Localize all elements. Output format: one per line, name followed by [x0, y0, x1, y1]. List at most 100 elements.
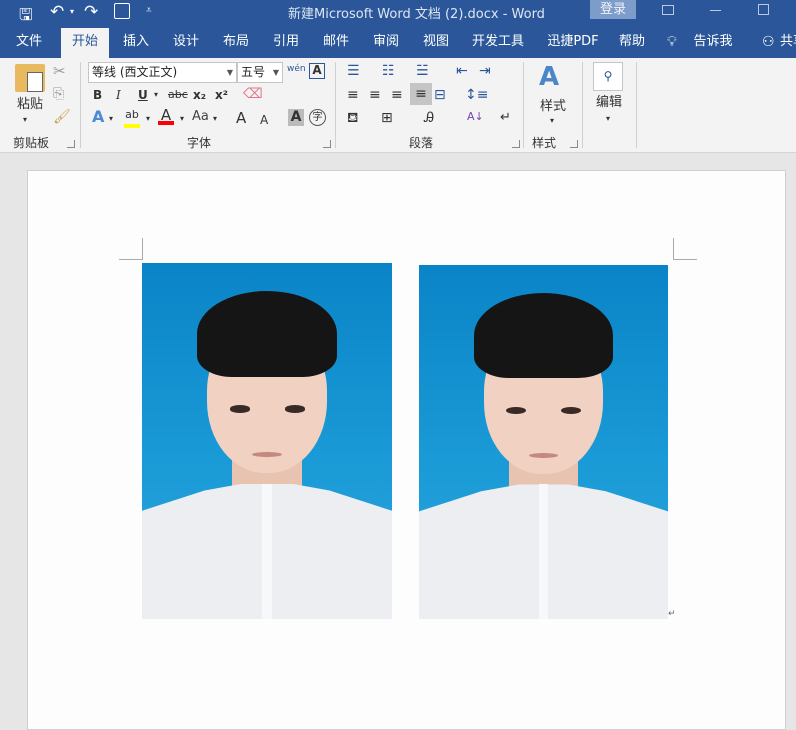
- character-shading-button[interactable]: A: [288, 109, 304, 126]
- tab-xunjie-pdf[interactable]: 迅捷PDF: [543, 28, 603, 58]
- share-button[interactable]: 共享: [780, 28, 796, 58]
- highlight-dropdown-icon[interactable]: ▾: [146, 110, 150, 128]
- redo-icon[interactable]: ↷: [84, 2, 98, 22]
- enclose-characters-button[interactable]: 字: [309, 109, 326, 126]
- id-photo-left[interactable]: [142, 263, 392, 619]
- align-left-icon[interactable]: ≡: [347, 86, 359, 104]
- font-name-select[interactable]: 等线 (西文正文) ▼: [88, 62, 237, 83]
- tab-design[interactable]: 设计: [163, 28, 209, 58]
- margin-corner-mark: [119, 238, 143, 260]
- save-icon[interactable]: 🖫: [19, 4, 33, 31]
- shrink-font-button[interactable]: A: [260, 111, 268, 129]
- subscript-button[interactable]: x₂: [193, 86, 206, 104]
- show-marks-icon[interactable]: ↵: [500, 109, 511, 127]
- paragraph-group-label: 段落: [409, 136, 434, 150]
- line-spacing-icon[interactable]: ↕≡: [465, 86, 488, 104]
- margin-corner-mark: [673, 238, 697, 260]
- tab-review[interactable]: 审阅: [363, 28, 409, 58]
- ribbon-display-options-icon[interactable]: [662, 5, 674, 15]
- tab-references[interactable]: 引用: [263, 28, 309, 58]
- tell-me-search[interactable]: 告诉我: [690, 28, 736, 58]
- font-color-icon[interactable]: A: [158, 106, 174, 125]
- lightbulb-icon: 💡︎: [667, 34, 677, 50]
- paste-button[interactable]: 粘贴: [12, 96, 48, 114]
- tab-help[interactable]: 帮助: [615, 28, 649, 58]
- cut-icon[interactable]: ✂: [53, 62, 66, 80]
- document-page[interactable]: ↵: [27, 170, 786, 730]
- share-user-icon[interactable]: ⚇: [762, 34, 775, 50]
- maximize-icon[interactable]: [758, 4, 769, 15]
- multilevel-list-icon[interactable]: ☱: [416, 62, 429, 80]
- font-color-dropdown-icon[interactable]: ▾: [180, 110, 184, 128]
- paragraph-mark-icon: ↵: [668, 609, 676, 619]
- styles-dropdown-icon[interactable]: ▾: [550, 112, 554, 130]
- sort-icon[interactable]: A↓: [467, 108, 484, 126]
- clipboard-group-label: 剪贴板: [13, 136, 50, 150]
- styles-group-label: 样式: [532, 136, 557, 150]
- italic-button[interactable]: I: [116, 86, 121, 104]
- tab-view[interactable]: 视图: [413, 28, 459, 58]
- find-icon[interactable]: ⚲: [593, 62, 623, 91]
- ribbon: 粘贴 ▾ ✂ ⎘ 🖌︎ 剪贴板 等线 (西文正文) ▼ 五号 ▼ wén A B I…: [0, 58, 796, 153]
- undo-icon[interactable]: ↶: [50, 2, 64, 22]
- increase-indent-icon[interactable]: ⇥: [479, 62, 491, 80]
- editing-dropdown-icon[interactable]: ▾: [606, 110, 610, 128]
- borders-icon[interactable]: ⊞: [381, 109, 393, 127]
- chinese-layout-icon[interactable]: Ꭿ: [424, 109, 434, 127]
- justify-icon[interactable]: ≡: [410, 83, 432, 105]
- styles-icon[interactable]: A: [539, 62, 559, 92]
- numbering-icon[interactable]: ☷: [382, 62, 395, 80]
- divider: [523, 62, 524, 148]
- clear-formatting-icon[interactable]: ⌫: [243, 85, 263, 103]
- styles-launcher-icon[interactable]: [570, 140, 578, 148]
- decrease-indent-icon[interactable]: ⇤: [456, 62, 468, 80]
- align-center-icon[interactable]: ≡: [369, 86, 381, 104]
- paste-icon[interactable]: [15, 64, 45, 92]
- character-border-button[interactable]: A: [309, 63, 325, 79]
- minimize-icon[interactable]: [710, 10, 721, 11]
- bold-button[interactable]: B: [93, 86, 102, 104]
- font-name-value: 等线 (西文正文): [92, 65, 178, 79]
- phonetic-guide-button[interactable]: wén: [287, 60, 306, 78]
- window-title: 新建Microsoft Word 文档 (2).docx - Word: [288, 7, 545, 22]
- tab-insert[interactable]: 插入: [113, 28, 159, 58]
- divider: [636, 62, 637, 148]
- paste-dropdown-icon[interactable]: ▾: [23, 111, 27, 129]
- font-launcher-icon[interactable]: [323, 140, 331, 148]
- highlight-icon[interactable]: ab: [124, 106, 140, 128]
- tab-layout[interactable]: 布局: [213, 28, 259, 58]
- bullets-icon[interactable]: ☰: [347, 62, 360, 80]
- touch-mode-icon[interactable]: [114, 3, 130, 19]
- divider: [335, 62, 336, 148]
- shading-icon[interactable]: ⛾: [347, 109, 358, 127]
- font-size-select[interactable]: 五号 ▼: [237, 62, 283, 83]
- paragraph-launcher-icon[interactable]: [512, 140, 520, 148]
- underline-dropdown-icon[interactable]: ▾: [154, 86, 158, 104]
- title-bar: 🖫 ↶ ▾ ↷ ⩡ 新建Microsoft Word 文档 (2).docx -…: [0, 0, 796, 28]
- tab-mailings[interactable]: 邮件: [313, 28, 359, 58]
- superscript-button[interactable]: x²: [215, 86, 228, 104]
- underline-button[interactable]: U: [138, 86, 148, 104]
- tab-developer[interactable]: 开发工具: [468, 28, 528, 58]
- change-case-dropdown-icon[interactable]: ▾: [213, 110, 217, 128]
- align-right-icon[interactable]: ≡: [391, 86, 403, 104]
- tab-home[interactable]: 开始: [61, 28, 109, 58]
- login-button[interactable]: 登录: [590, 0, 636, 19]
- ribbon-tabs: 文件 开始 插入 设计 布局 引用 邮件 审阅 视图 开发工具 迅捷PDF 帮助…: [0, 28, 796, 58]
- divider: [582, 62, 583, 148]
- distributed-icon[interactable]: ⊟: [434, 86, 446, 104]
- format-painter-icon[interactable]: 🖌︎: [53, 108, 71, 126]
- tab-file[interactable]: 文件: [6, 28, 52, 58]
- customize-qat-icon[interactable]: ⩡: [146, 5, 152, 16]
- font-size-value: 五号: [241, 65, 266, 79]
- copy-icon[interactable]: ⎘: [53, 85, 64, 103]
- grow-font-button[interactable]: A: [236, 109, 246, 127]
- font-group-label: 字体: [187, 136, 212, 150]
- clipboard-launcher-icon[interactable]: [67, 140, 75, 148]
- id-photo-right[interactable]: [419, 265, 668, 619]
- text-effects-icon[interactable]: A: [92, 108, 104, 126]
- undo-dropdown-icon[interactable]: ▾: [70, 7, 74, 16]
- text-effects-dropdown-icon[interactable]: ▾: [109, 110, 113, 128]
- strikethrough-button[interactable]: abc: [168, 86, 188, 104]
- change-case-button[interactable]: Aa: [192, 108, 209, 126]
